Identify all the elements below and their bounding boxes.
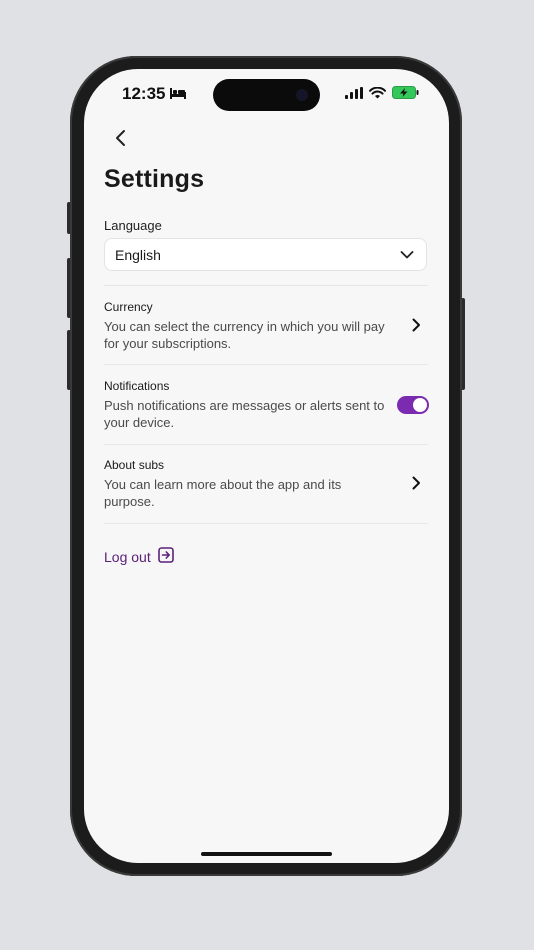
about-description: You can learn more about the app and its… — [104, 477, 342, 509]
dynamic-island — [213, 79, 320, 111]
logout-label: Log out — [104, 548, 151, 565]
chevron-right-icon — [409, 476, 423, 495]
language-selected-value: English — [115, 247, 161, 263]
battery-charging-icon — [392, 86, 419, 104]
divider — [104, 285, 428, 286]
back-button[interactable] — [110, 127, 132, 149]
currency-description: You can select the currency in which you… — [104, 319, 385, 351]
notifications-toggle[interactable] — [397, 396, 429, 414]
page-title: Settings — [104, 165, 205, 193]
divider — [104, 523, 428, 524]
notifications-title: Notifications — [104, 379, 170, 393]
language-select[interactable]: English — [104, 238, 427, 271]
chevron-right-icon — [409, 318, 423, 337]
divider — [104, 364, 428, 365]
notifications-description: Push notifications are messages or alert… — [104, 398, 385, 430]
chevron-down-icon — [400, 248, 414, 267]
language-label: Language — [104, 218, 162, 233]
app-screen: 12:35 Settings Language English Currency… — [84, 69, 449, 863]
logout-button[interactable]: Log out — [104, 547, 174, 566]
cellular-signal-icon — [345, 86, 363, 104]
about-title: About subs — [104, 458, 165, 472]
divider — [104, 444, 428, 445]
toggle-knob — [413, 398, 427, 412]
status-bar-icons — [345, 86, 419, 104]
status-bar-time: 12:35 — [122, 84, 187, 104]
time-text: 12:35 — [122, 84, 166, 103]
home-indicator[interactable] — [201, 852, 332, 856]
chevron-left-icon — [116, 130, 125, 146]
logout-arrow-icon — [157, 547, 174, 566]
bed-icon — [170, 84, 187, 104]
currency-title: Currency — [104, 300, 153, 314]
wifi-icon — [369, 86, 386, 104]
